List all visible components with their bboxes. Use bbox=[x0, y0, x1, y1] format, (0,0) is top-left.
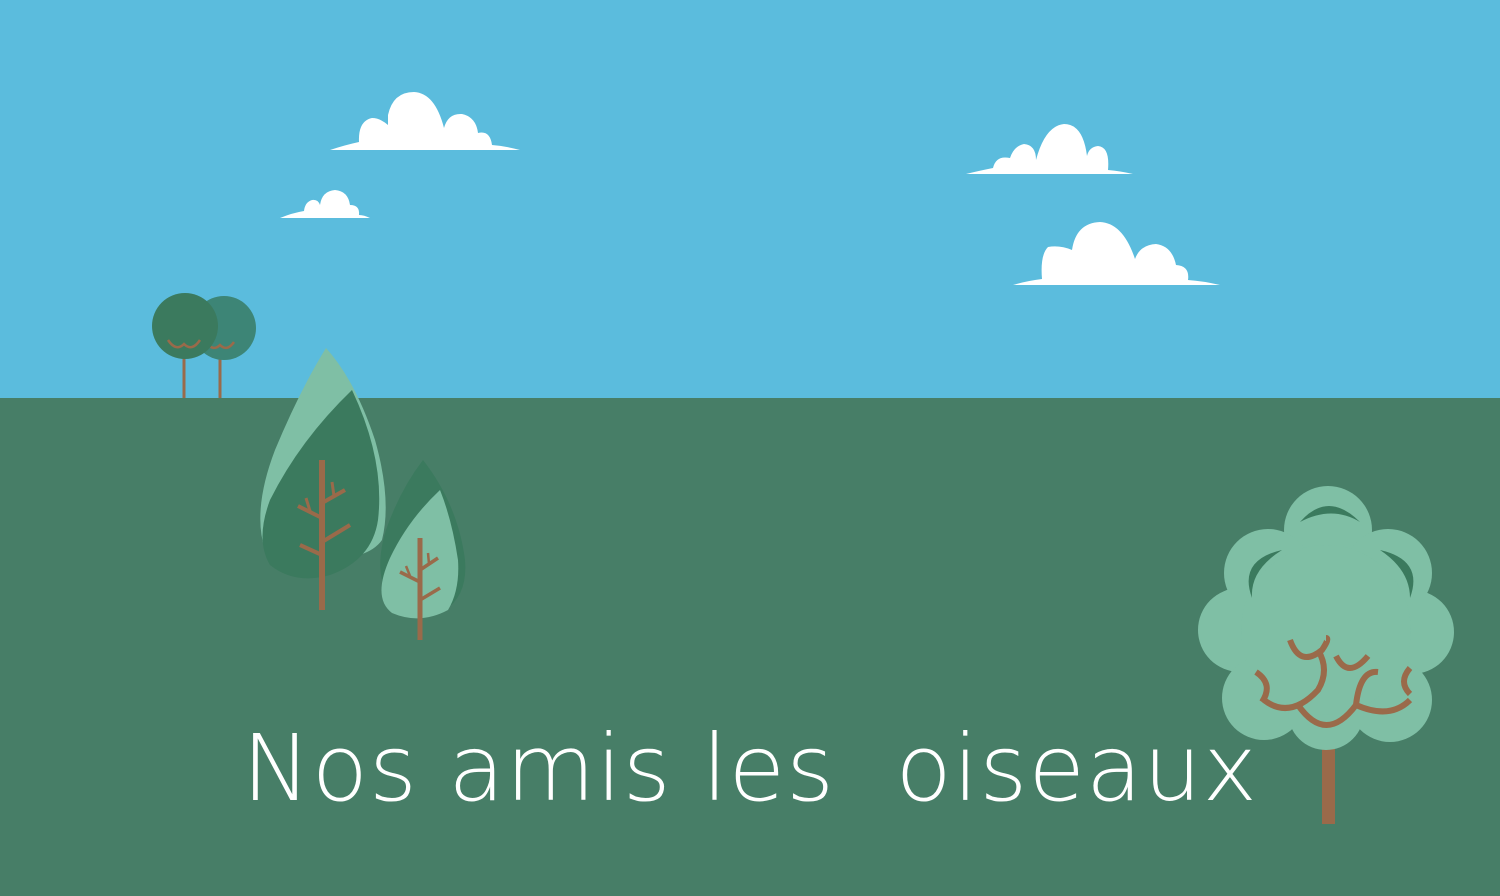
cloud-icon bbox=[966, 124, 1133, 174]
tree-icon bbox=[152, 293, 218, 398]
tree-icon bbox=[260, 348, 386, 610]
tree-icon bbox=[380, 460, 466, 640]
landscape-scene: Nos amis les oiseaux bbox=[0, 0, 1500, 896]
page-title: Nos amis les oiseaux bbox=[241, 715, 1259, 822]
cloud-icon bbox=[280, 190, 370, 218]
cloud-icon bbox=[1013, 222, 1220, 285]
cloud-icon bbox=[330, 92, 520, 150]
